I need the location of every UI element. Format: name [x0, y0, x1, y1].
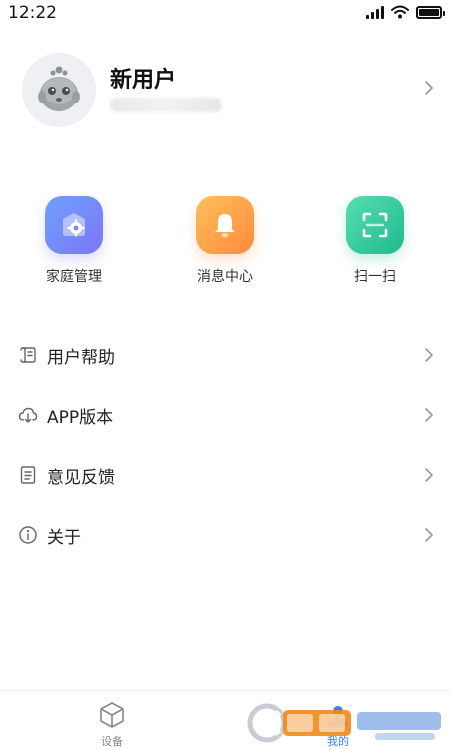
cloud-download-icon [18, 407, 38, 423]
menu-item-label: 意见反馈 [47, 468, 115, 488]
profile-name: 新用户 [110, 68, 177, 93]
profile-id-blurred [110, 98, 222, 112]
avatar[interactable] [22, 53, 96, 127]
menu-item-label: APP版本 [47, 408, 114, 428]
status-icons [366, 5, 445, 19]
menu-item-feedback[interactable]: 意见反馈 [0, 450, 450, 500]
quick-action-label: 家庭管理 [46, 269, 102, 285]
document-icon [20, 466, 36, 484]
tab-devices[interactable]: 设备 [72, 699, 152, 748]
chevron-right-icon [425, 408, 433, 422]
help-scroll-icon [20, 347, 36, 363]
status-time: 12:22 [8, 3, 57, 23]
chevron-right-icon [425, 468, 433, 482]
quick-action-label: 消息中心 [197, 269, 253, 285]
scan-tile[interactable] [346, 196, 404, 254]
battery-icon [416, 5, 445, 19]
wifi-icon [391, 5, 409, 19]
menu-item-user-help[interactable]: 用户帮助 [0, 330, 450, 380]
menu-item-about[interactable]: 关于 [0, 510, 450, 560]
bell-icon [215, 214, 235, 238]
info-icon [19, 526, 37, 544]
message-center-tile[interactable] [196, 196, 254, 254]
chevron-right-icon[interactable] [424, 80, 434, 96]
chevron-right-icon [425, 348, 433, 362]
menu-item-label: 用户帮助 [47, 348, 115, 368]
cube-icon [100, 702, 124, 728]
menu-item-app-version[interactable]: APP版本 [0, 390, 450, 440]
quick-action-label: 扫一扫 [354, 269, 396, 285]
robot-avatar-icon [22, 53, 96, 127]
quick-action-home-management[interactable]: 家庭管理 [14, 196, 134, 296]
quick-action-message-center[interactable]: 消息中心 [165, 196, 285, 296]
menu-item-label: 关于 [47, 528, 81, 548]
tab-label: 设备 [101, 735, 123, 748]
quick-action-scan[interactable]: 扫一扫 [315, 196, 435, 296]
site-watermark-logo [247, 703, 441, 743]
signal-icon [366, 5, 384, 19]
chevron-right-icon [425, 528, 433, 542]
profile-row[interactable]: 新用户 [0, 50, 450, 130]
home-management-tile[interactable] [45, 196, 103, 254]
home-gear-icon [63, 213, 85, 237]
status-bar: 12:22 [0, 0, 450, 26]
scan-icon [362, 212, 388, 238]
